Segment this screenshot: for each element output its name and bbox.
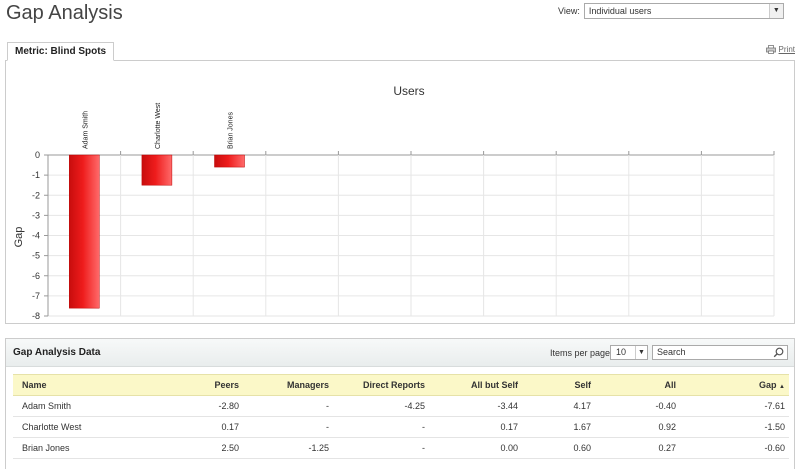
cell-self: 1.67 (522, 416, 595, 438)
cell-all: 0.92 (595, 416, 680, 438)
cell-direct-reports: -4.25 (333, 395, 429, 417)
y-axis-label: Gap (13, 227, 25, 248)
cell-peers: 2.50 (180, 437, 243, 459)
data-panel: Gap Analysis Data Items per page 10 ▼ Se… (5, 338, 795, 469)
cell-all: -0.40 (595, 395, 680, 417)
bar (69, 154, 100, 309)
data-header: Gap Analysis Data Items per page 10 ▼ Se… (6, 339, 794, 367)
chart-title: Users (393, 84, 424, 98)
cell-all-but-self: -3.44 (429, 395, 522, 417)
cell-managers: - (243, 416, 333, 438)
gap-chart: 0 -1 -2 -3 -4 -5 -6 -7 -8 Adam Smith Charlotte We… (13, 84, 775, 321)
column-header-all-but-self[interactable]: All but Self (429, 374, 522, 396)
y-tick-label: -8 (32, 311, 40, 321)
cell-all: 0.27 (595, 437, 680, 459)
data-section-title: Gap Analysis Data (13, 347, 101, 358)
view-label: View: (558, 6, 580, 16)
cell-peers: -2.80 (180, 395, 243, 417)
sort-ascending-icon: ▲ (779, 384, 785, 390)
y-tick-label: -2 (32, 190, 40, 200)
table-row[interactable]: Charlotte West 0.17 - - 0.17 1.67 0.92 -… (13, 416, 789, 438)
print-link[interactable]: Print (765, 45, 795, 54)
cell-self: 0.60 (522, 437, 595, 459)
y-tick-label: -4 (32, 231, 40, 241)
y-tick-label: -6 (32, 271, 40, 281)
print-label: Print (778, 45, 795, 54)
category-label: Charlotte West (155, 103, 162, 149)
view-selector: View: Individual users ▼ (558, 3, 784, 19)
table-row[interactable]: Adam Smith -2.80 - -4.25 -3.44 4.17 -0.4… (13, 395, 789, 417)
y-tick-label: -1 (32, 170, 40, 180)
cell-name: Brian Jones (13, 437, 180, 459)
cell-all-but-self: 0.00 (429, 437, 522, 459)
cell-gap: -1.50 (680, 416, 789, 438)
table-row[interactable]: Brian Jones 2.50 -1.25 - 0.00 0.60 0.27 … (13, 437, 789, 459)
cell-name: Adam Smith (13, 395, 180, 417)
items-per-page-label: Items per page (550, 348, 611, 358)
cell-gap: -7.61 (680, 395, 789, 417)
view-dropdown-value: Individual users (588, 6, 652, 16)
cell-self: 4.17 (522, 395, 595, 417)
column-header-peers[interactable]: Peers (180, 374, 243, 396)
cell-direct-reports: - (333, 437, 429, 459)
column-header-managers[interactable]: Managers (243, 374, 333, 396)
column-header-name[interactable]: Name (13, 374, 180, 396)
view-dropdown[interactable]: Individual users ▼ (583, 3, 784, 19)
category-label: Brian Jones (228, 112, 235, 149)
gap-data-table: Name Peers Managers Direct Reports All b… (13, 374, 789, 459)
cell-gap: -0.60 (680, 437, 789, 459)
column-header-direct-reports[interactable]: Direct Reports (333, 374, 429, 396)
page-title: Gap Analysis (6, 2, 123, 24)
chevron-down-icon: ▼ (768, 4, 783, 18)
search-icon[interactable] (773, 347, 784, 358)
column-header-gap-label: Gap (759, 380, 777, 390)
bar (214, 154, 245, 168)
y-tick-label: -3 (32, 210, 40, 220)
column-header-all[interactable]: All (595, 374, 680, 396)
cell-managers: -1.25 (243, 437, 333, 459)
search-input[interactable]: Search (652, 345, 788, 360)
column-header-gap[interactable]: Gap ▲ (680, 374, 789, 396)
cell-direct-reports: - (333, 416, 429, 438)
y-tick-label: 0 (35, 150, 40, 160)
bar (141, 154, 173, 186)
chevron-down-icon: ▼ (635, 346, 647, 359)
tab-metric-blind-spots[interactable]: Metric: Blind Spots (7, 42, 115, 61)
category-label: Adam Smith (82, 111, 89, 149)
y-tick-label: -5 (32, 251, 40, 261)
cell-all-but-self: 0.17 (429, 416, 522, 438)
items-per-page-select[interactable]: 10 ▼ (610, 345, 648, 360)
column-header-self[interactable]: Self (522, 374, 595, 396)
printer-icon (765, 45, 776, 54)
cell-peers: 0.17 (180, 416, 243, 438)
items-per-page-value: 10 (616, 347, 627, 357)
cell-managers: - (243, 395, 333, 417)
y-tick-label: -7 (32, 291, 40, 301)
chart-panel: 0 -1 -2 -3 -4 -5 -6 -7 -8 Adam Smith Charlotte We… (5, 60, 795, 324)
table-header-row: Name Peers Managers Direct Reports All b… (13, 374, 789, 396)
search-placeholder: Search (657, 347, 686, 357)
cell-name: Charlotte West (13, 416, 180, 438)
